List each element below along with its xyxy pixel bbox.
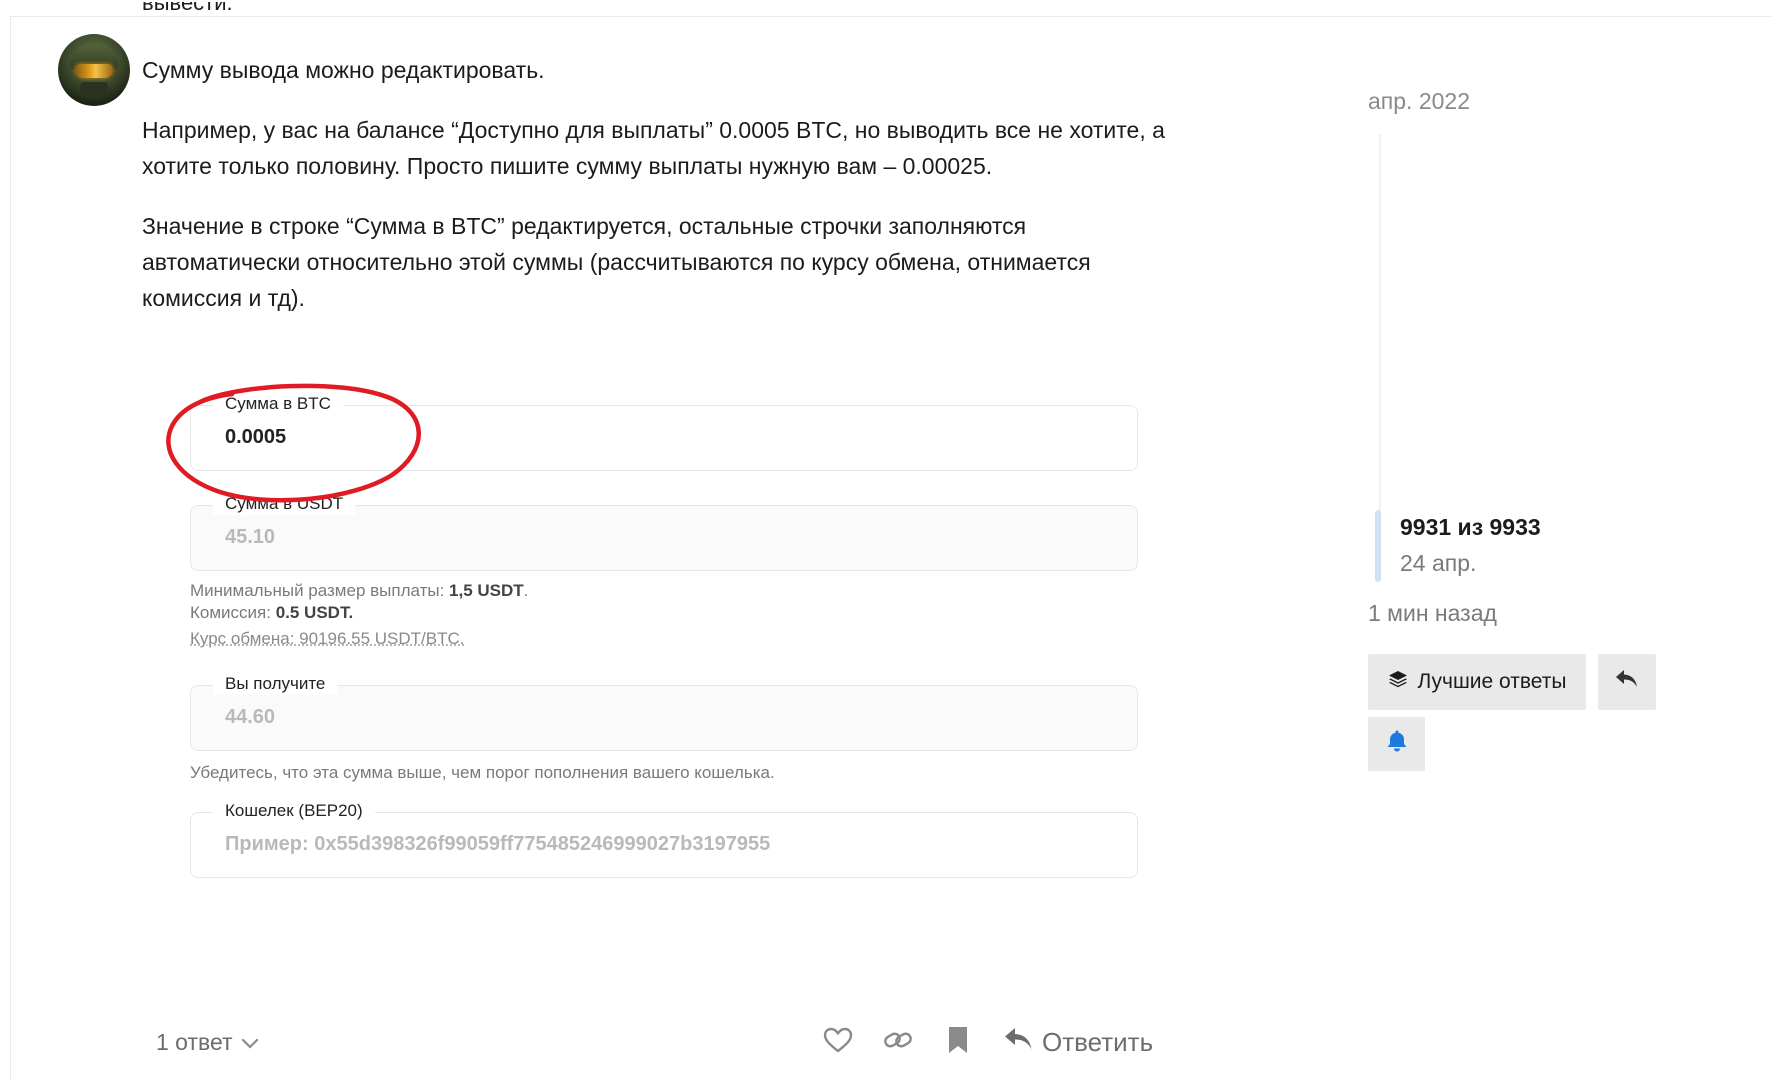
exchange-rate-hint: Курс обмена: 90196.55 USDT/BTC. (190, 629, 465, 648)
wallet-placeholder: Пример: 0x55d398326f99059ff7754852469990… (225, 833, 771, 855)
receive-amount-field: Вы получите 44.60 (190, 673, 1138, 751)
reply-icon (1615, 669, 1639, 695)
post-paragraph: Значение в строке “Сумма в BTC” редактир… (142, 213, 1091, 311)
receive-amount-value: 44.60 (225, 706, 276, 728)
post-divider (10, 16, 1771, 17)
like-button[interactable] (808, 1020, 868, 1064)
chevron-down-icon (241, 1029, 259, 1056)
wallet-field: Кошелек (BEP20) Пример: 0x55d398326f9905… (190, 800, 1138, 878)
receive-amount-label: Вы получите (213, 673, 338, 695)
receive-hint: Убедитесь, что эта сумма выше, чем порог… (190, 763, 775, 782)
reply-icon (1004, 1027, 1034, 1058)
timeline-last-activity[interactable]: 1 мин назад (1368, 600, 1497, 627)
reply-topic-button[interactable] (1598, 654, 1656, 710)
fee-hint: Комиссия: 0.5 USDT. (190, 603, 354, 622)
timeline-position-date: 24 апр. (1400, 550, 1477, 576)
timeline-track[interactable] (1379, 134, 1381, 514)
bookmark-icon (947, 1026, 969, 1059)
min-payout-hint: Минимальный размер выплаты: 1,5 USDT. (190, 581, 529, 600)
post-body: Сумму вывода можно редактировать. Наприм… (142, 52, 1172, 340)
usdt-amount-field: Сумма в USDT 45.10 (190, 493, 1138, 571)
link-icon (883, 1028, 913, 1057)
usdt-amount-value: 45.10 (225, 526, 276, 548)
bell-icon (1386, 729, 1408, 759)
timeline-start-date[interactable]: апр. 2022 (1368, 88, 1470, 115)
reply-label: Ответить (1042, 1026, 1154, 1057)
best-answers-button[interactable]: Лучшие ответы (1368, 654, 1586, 710)
layers-icon (1388, 669, 1408, 695)
red-circle-highlight (166, 383, 421, 503)
avatar[interactable] (58, 34, 130, 106)
notification-button[interactable] (1368, 717, 1425, 771)
timeline-position: 9931 из 9933 (1400, 514, 1541, 540)
best-answers-label: Лучшие ответы (1417, 670, 1567, 693)
reply-button[interactable]: Ответить (1004, 1027, 1153, 1058)
post-paragraph: Например, у вас на балансе “Доступно для… (142, 117, 1165, 179)
wallet-label: Кошелек (BEP20) (213, 800, 375, 822)
timeline-handle[interactable] (1375, 510, 1381, 582)
heart-icon (823, 1027, 853, 1058)
previous-text-cut: вывести. (142, 2, 252, 10)
topic-left-border (10, 16, 11, 1080)
post-paragraph: Сумму вывода можно редактировать. (142, 57, 545, 83)
embedded-screenshot[interactable]: Сумма в BTC 0.0005 Сумма в USDT 45.10 Ми… (160, 380, 1150, 960)
bookmark-button[interactable] (928, 1020, 988, 1064)
post-actions: Ответить (808, 1020, 1153, 1064)
share-link-button[interactable] (868, 1020, 928, 1064)
replies-count: 1 ответ (156, 1028, 233, 1055)
replies-toggle[interactable]: 1 ответ (156, 1020, 259, 1064)
